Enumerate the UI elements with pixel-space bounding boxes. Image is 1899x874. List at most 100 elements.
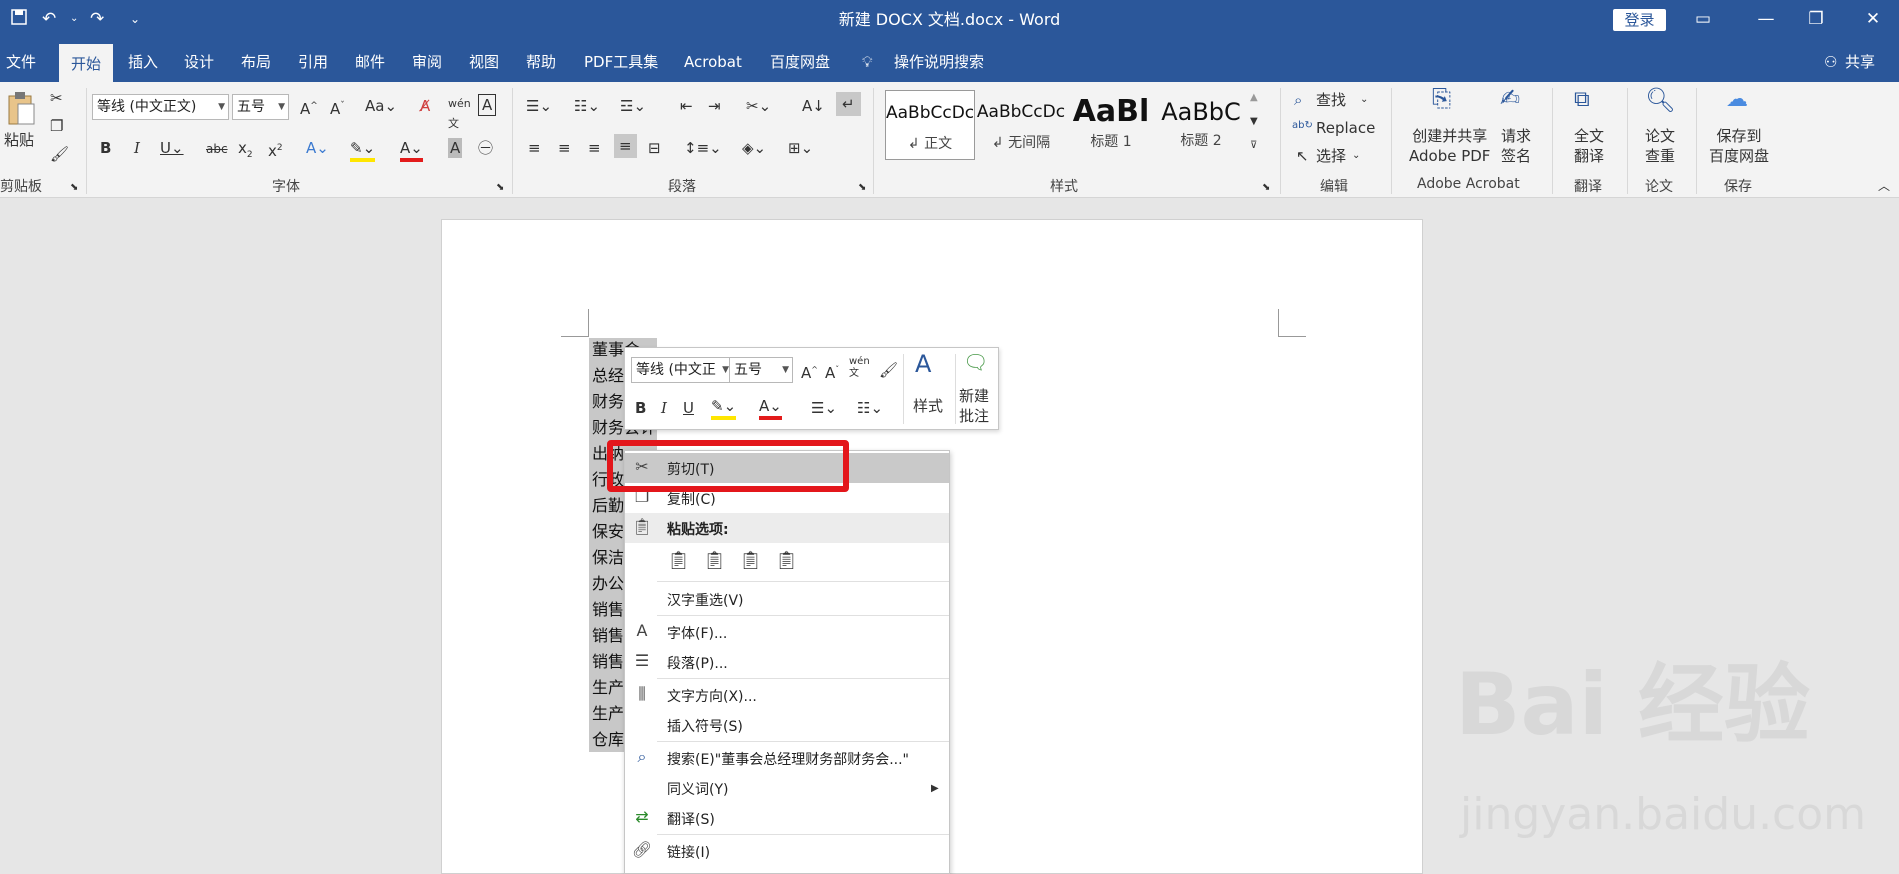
- format-painter-icon[interactable]: 🖌︎: [50, 144, 69, 164]
- styles-scroll-up-icon[interactable]: ▲: [1250, 88, 1258, 108]
- mini-font-size-combo[interactable]: 五号 ▼: [729, 357, 793, 383]
- doc-line[interactable]: 财务: [592, 392, 624, 412]
- cut-icon[interactable]: ✂: [50, 88, 63, 108]
- mini-phonetic-guide-icon[interactable]: wén 文: [849, 356, 870, 380]
- clipboard-launcher-icon[interactable]: ⬊: [70, 178, 78, 198]
- italic-icon[interactable]: I: [134, 138, 140, 158]
- copy-icon[interactable]: ❐: [50, 116, 63, 136]
- menu-item-text-direction[interactable]: ⫼ 文字方向(X)...: [625, 680, 949, 710]
- doc-line[interactable]: 保安: [592, 522, 624, 542]
- create-pdf-button[interactable]: 创建并共享 Adobe PDF: [1409, 126, 1490, 166]
- mini-font-name-combo[interactable]: 等线 (中文正 ▼: [631, 357, 733, 383]
- text-effects-icon[interactable]: A⌄: [306, 138, 329, 158]
- menu-item-font[interactable]: A 字体(F)...: [625, 617, 949, 647]
- show-formatting-icon[interactable]: ↵: [836, 92, 861, 116]
- font-name-combo[interactable]: 等线 (中文正文) ▼: [92, 94, 229, 120]
- mini-italic-icon[interactable]: I: [661, 398, 667, 418]
- tab-references[interactable]: 引用: [298, 52, 328, 72]
- doc-line[interactable]: 保洁: [592, 548, 624, 568]
- save-to-baidu-button[interactable]: 保存到 百度网盘: [1709, 126, 1769, 166]
- mini-font-color-icon[interactable]: A⌄: [759, 396, 782, 420]
- tab-help[interactable]: 帮助: [526, 52, 556, 72]
- doc-line[interactable]: 仓库: [592, 730, 624, 750]
- doc-line[interactable]: 总经: [592, 366, 624, 386]
- styles-more-icon[interactable]: ⊽: [1250, 136, 1257, 156]
- borders-icon[interactable]: ⊞⌄: [788, 138, 813, 158]
- doc-line[interactable]: 生产: [592, 678, 624, 698]
- request-signature-icon[interactable]: ✍: [1500, 86, 1520, 110]
- full-translate-button[interactable]: 全文 翻译: [1574, 126, 1604, 166]
- menu-item-translate[interactable]: ⇄ 翻译(S): [625, 803, 949, 833]
- font-launcher-icon[interactable]: ⬊: [496, 178, 504, 198]
- mini-highlight-icon[interactable]: ✎⌄: [711, 396, 737, 420]
- align-right-icon[interactable]: ≡: [588, 138, 601, 158]
- character-border-icon[interactable]: A: [478, 94, 497, 116]
- justify-icon[interactable]: ≡: [614, 134, 637, 158]
- menu-item-reconvert[interactable]: 汉字重选(V): [625, 584, 949, 614]
- mini-styles-button[interactable]: 样式: [913, 396, 943, 416]
- find-button[interactable]: 查找: [1316, 90, 1346, 110]
- tab-design[interactable]: 设计: [184, 52, 214, 72]
- style-heading-1[interactable]: AaBl 标题 1: [1066, 90, 1156, 160]
- tab-home[interactable]: 开始: [59, 44, 113, 82]
- tab-review[interactable]: 审阅: [412, 52, 442, 72]
- mini-shrink-font-icon[interactable]: Aˇ: [825, 360, 839, 383]
- ribbon-display-options-icon[interactable]: ▭: [1688, 6, 1718, 32]
- paste-icon[interactable]: [6, 90, 36, 128]
- find-icon[interactable]: ⌕: [1294, 90, 1302, 110]
- mini-grow-font-icon[interactable]: A^: [801, 360, 818, 383]
- style-heading-2[interactable]: AaBbC 标题 2: [1156, 90, 1246, 160]
- new-comment-icon[interactable]: 🗨︎: [963, 352, 988, 372]
- style-normal[interactable]: AaBbCcDc ↲ 正文: [885, 90, 975, 160]
- doc-line[interactable]: 销售: [592, 626, 624, 646]
- doc-line[interactable]: 生产: [592, 704, 624, 724]
- doc-line[interactable]: 销售: [592, 600, 624, 620]
- mini-numbering-icon[interactable]: ☷⌄: [857, 398, 883, 418]
- tab-file[interactable]: 文件: [6, 52, 36, 72]
- grow-font-icon[interactable]: A^: [300, 96, 318, 119]
- paste-text-only-icon[interactable]: 📋︎: [775, 551, 798, 571]
- font-color-icon[interactable]: A⌄: [400, 138, 423, 162]
- phonetic-guide-icon[interactable]: wén 文: [448, 94, 471, 134]
- bullets-icon[interactable]: ☰⌄: [526, 96, 552, 116]
- styles-scroll-down-icon[interactable]: ▼: [1250, 112, 1258, 132]
- mini-bullets-icon[interactable]: ☰⌄: [811, 398, 837, 418]
- collapse-ribbon-icon[interactable]: ︿: [1878, 176, 1890, 196]
- numbering-icon[interactable]: ☷⌄: [574, 96, 600, 116]
- tab-acrobat[interactable]: Acrobat: [684, 52, 742, 72]
- menu-item-search[interactable]: ⌕ 搜索(E)"董事会总经理财务部财务会...": [625, 743, 949, 773]
- paste-keep-source-icon[interactable]: 📋︎: [667, 551, 690, 571]
- highlight-color-icon[interactable]: ✎⌄: [350, 138, 376, 162]
- mini-bold-icon[interactable]: B: [635, 398, 646, 418]
- replace-icon[interactable]: ab↻: [1292, 116, 1313, 136]
- paste-picture-icon[interactable]: 📋︎: [739, 551, 762, 571]
- tab-pdf-tools[interactable]: PDF工具集: [584, 52, 658, 72]
- translate-icon[interactable]: ⧉: [1574, 89, 1590, 111]
- subscript-icon[interactable]: x2: [238, 138, 253, 165]
- paper-check-icon[interactable]: 🔍︎: [1645, 88, 1675, 112]
- style-no-spacing[interactable]: AaBbCcDc ↲ 无间隔: [976, 90, 1066, 160]
- tab-layout[interactable]: 布局: [241, 52, 271, 72]
- increase-indent-icon[interactable]: ⇥: [708, 96, 721, 116]
- distributed-icon[interactable]: ⊟: [648, 138, 661, 158]
- menu-item-insert-symbol[interactable]: 插入符号(S): [625, 710, 949, 740]
- bold-icon[interactable]: B: [100, 138, 111, 158]
- baidu-cloud-icon[interactable]: ☁: [1726, 89, 1748, 111]
- align-center-icon[interactable]: ≡: [558, 138, 571, 158]
- chinese-layout-icon[interactable]: ✂⌄: [746, 96, 771, 116]
- tab-insert[interactable]: 插入: [128, 52, 158, 72]
- change-case-icon[interactable]: Aa⌄: [365, 96, 397, 116]
- character-shading-icon[interactable]: A: [448, 138, 463, 158]
- tab-view[interactable]: 视图: [469, 52, 499, 72]
- close-icon[interactable]: ✕: [1858, 6, 1888, 32]
- decrease-indent-icon[interactable]: ⇤: [680, 96, 693, 116]
- paper-check-button[interactable]: 论文 查重: [1645, 126, 1675, 166]
- mini-underline-icon[interactable]: U: [683, 398, 694, 418]
- paste-button[interactable]: 粘贴: [4, 130, 34, 150]
- chevron-down-icon[interactable]: ⌄: [1360, 90, 1368, 110]
- tab-mailings[interactable]: 邮件: [355, 52, 385, 72]
- superscript-icon[interactable]: x2: [268, 138, 283, 161]
- mini-format-painter-icon[interactable]: 🖌︎: [879, 360, 898, 380]
- shrink-font-icon[interactable]: Aˇ: [330, 96, 345, 119]
- doc-line[interactable]: 后勤: [592, 496, 624, 516]
